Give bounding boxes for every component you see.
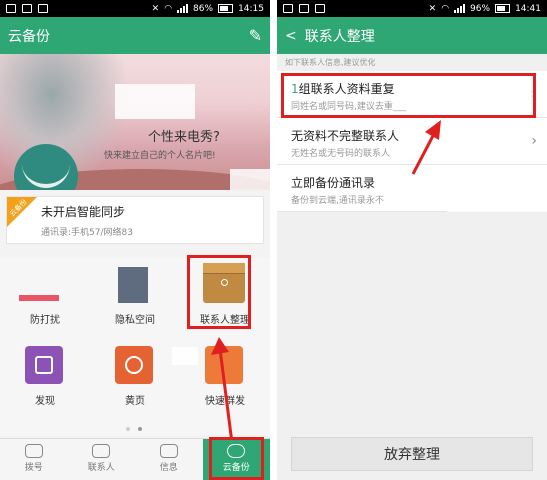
blur-patch <box>115 84 195 119</box>
nav-messages[interactable]: 信息 <box>135 439 203 480</box>
contacts-icon <box>92 444 111 458</box>
grid-item-label: 隐私空间 <box>115 315 155 326</box>
nav-label: 拨号 <box>24 463 43 473</box>
status-right: ✕ ◠ 86% 14:15 <box>152 4 264 14</box>
highlight-box <box>281 73 536 118</box>
gift-icon <box>25 346 63 384</box>
clock: 14:41 <box>515 3 541 14</box>
nav-label: 联系人 <box>87 463 115 473</box>
yellow-pages-icon <box>115 346 153 384</box>
battery-icon <box>495 4 511 13</box>
notification-icon <box>6 4 16 13</box>
banner-subtitle: 快来建立自己的个人名片吧! <box>104 151 216 161</box>
grid-item-label: 发现 <box>35 396 55 407</box>
profile-banner[interactable]: 个性来电秀? 快来建立自己的个人名片吧! <box>0 54 270 190</box>
grid-item-label: 黄页 <box>125 396 145 407</box>
grid-item-block[interactable]: 防打扰 <box>0 257 90 342</box>
wifi-icon: ◠ <box>164 3 173 14</box>
item-title: 立即备份通讯录 <box>291 176 376 190</box>
wifi-icon: ◠ <box>441 3 450 14</box>
status-bar: ✕ ◠ 96% 14:41 <box>277 0 547 17</box>
blur-patch <box>447 172 547 212</box>
grid-item-label: 防打扰 <box>30 315 60 326</box>
notification-icon <box>22 4 32 13</box>
red-arrow <box>411 120 441 175</box>
notification-icon <box>283 4 293 13</box>
item-title: 无资料不完整联系人 <box>291 129 400 143</box>
cloud-backup-ribbon: 云备份 <box>7 197 37 227</box>
lock-icon <box>118 267 148 303</box>
status-left <box>6 4 48 13</box>
item-desc: 无姓名或无号码的联系人 <box>291 149 391 159</box>
app-header: 云备份 ✎ <box>0 17 270 54</box>
page-title: 联系人整理 <box>304 28 375 45</box>
banner-title: 个性来电秀? <box>148 130 220 145</box>
sync-detail: 通讯录:手机57/网络83 <box>41 228 133 238</box>
battery-percent: 86% <box>193 3 214 14</box>
right-screen: ✕ ◠ 96% 14:41 < 联系人整理 如下联系人信息,建议优化 1组联系人… <box>277 0 547 480</box>
blur-patch <box>172 347 198 365</box>
left-screen: ✕ ◠ 86% 14:15 云备份 ✎ 个性来电秀? 快来建立自己的个人名片吧!… <box>0 0 270 480</box>
red-arrow <box>211 337 234 444</box>
status-bar: ✕ ◠ 86% 14:15 <box>0 0 270 17</box>
signal-icon <box>177 4 189 13</box>
sync-card[interactable]: 云备份 未开启智能同步 通讯录:手机57/网络83 <box>6 196 264 244</box>
clock: 14:15 <box>238 3 264 14</box>
highlight-box <box>187 255 251 329</box>
nav-label: 信息 <box>159 463 178 473</box>
back-arrow-icon[interactable]: < <box>285 28 297 44</box>
notification-icon <box>315 4 325 13</box>
signal-icon <box>454 4 466 13</box>
battery-percent: 96% <box>470 3 491 14</box>
notification-icon <box>38 4 48 13</box>
shield-icon <box>19 295 59 301</box>
notification-icon <box>299 4 309 13</box>
abandon-cleanup-button[interactable]: 放弃整理 <box>291 437 533 471</box>
grid-item-discover[interactable]: 发现 <box>0 342 90 427</box>
grid-item-privacy[interactable]: 隐私空间 <box>90 257 180 342</box>
status-left <box>283 4 325 13</box>
item-desc: 备份到云端,通讯录永不 <box>291 196 384 206</box>
sync-title: 未开启智能同步 <box>41 205 126 219</box>
message-icon <box>159 444 178 458</box>
section-hint: 如下联系人信息,建议优化 <box>285 58 376 67</box>
page-indicator <box>126 427 142 431</box>
blur-patch <box>230 169 270 190</box>
app-header: < 联系人整理 <box>277 17 547 54</box>
page-title: 云备份 <box>8 28 50 45</box>
battery-icon <box>218 4 234 13</box>
mute-icon: ✕ <box>428 3 437 14</box>
nav-dial[interactable]: 拨号 <box>0 439 68 480</box>
phone-icon <box>24 444 43 458</box>
nav-contacts[interactable]: 联系人 <box>68 439 136 480</box>
chevron-right-icon: › <box>531 133 537 149</box>
status-right: ✕ ◠ 96% 14:41 <box>429 4 541 14</box>
grid-item-yellow-pages[interactable]: 黄页 <box>90 342 180 427</box>
highlight-box <box>209 437 264 480</box>
settings-wrench-icon[interactable]: ✎ <box>249 26 262 45</box>
mute-icon: ✕ <box>151 3 160 14</box>
